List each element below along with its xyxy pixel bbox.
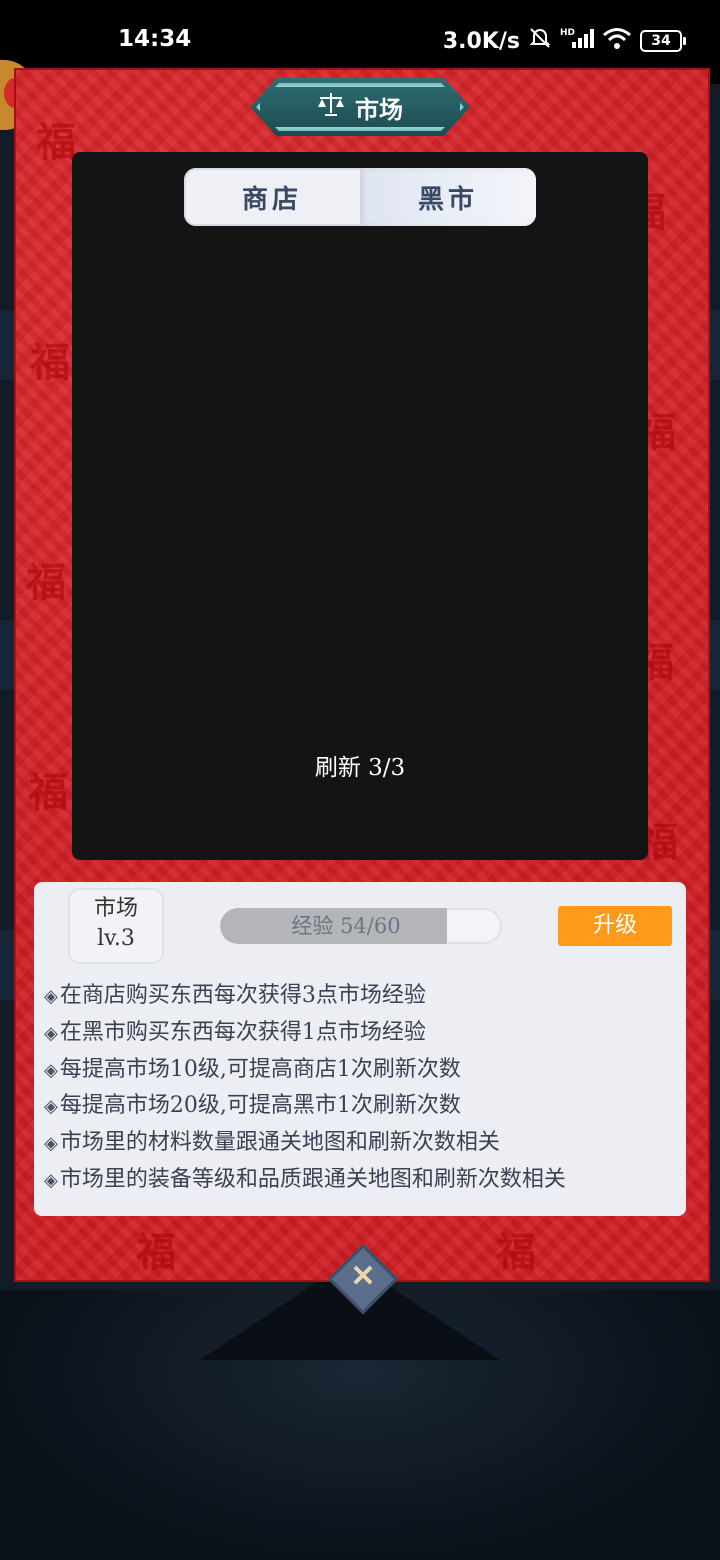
- battery-icon: 34: [640, 30, 686, 52]
- tip-text: 在商店购买东西每次获得3点市场经验: [59, 983, 426, 1008]
- diamond-bullet-icon: ◈: [44, 1096, 58, 1118]
- tip-text: 每提高市场20级,可提高黑市1次刷新次数: [59, 1093, 461, 1119]
- market-level-box: 市场 lv.3: [70, 890, 162, 962]
- diamond-bullet-icon: ◈: [44, 1059, 58, 1081]
- tip-item: ◈在商店购买东西每次获得3点市场经验: [44, 978, 684, 1015]
- status-icons: 3.0K/s HD 34: [442, 26, 686, 56]
- hd-signal-icon: HD: [560, 26, 594, 56]
- tab-shop[interactable]: 商店: [184, 168, 360, 226]
- scale-icon: [317, 91, 345, 123]
- tip-item: ◈每提高市场10级,可提高商店1次刷新次数: [44, 1052, 684, 1089]
- title-plaque: 市场: [250, 78, 470, 136]
- tip-text: 市场里的装备等级和品质跟通关地图和刷新次数相关: [59, 1166, 566, 1192]
- experience-bar: 经验 54/60: [220, 908, 502, 944]
- mute-icon: [528, 26, 552, 56]
- tip-text: 市场里的材料数量跟通关地图和刷新次数相关: [59, 1130, 500, 1156]
- fu-pattern: 福: [136, 1229, 176, 1276]
- market-level: lv.3: [97, 926, 135, 951]
- svg-text:HD: HD: [560, 28, 575, 38]
- tip-item: ◈市场里的材料数量跟通关地图和刷新次数相关: [44, 1125, 684, 1162]
- status-time: 14:34: [118, 26, 192, 52]
- tip-item: ◈每提高市场20级,可提高黑市1次刷新次数: [44, 1088, 684, 1125]
- close-icon[interactable]: ✕: [338, 1254, 388, 1304]
- market-tabs: 商店 黑市: [184, 168, 536, 226]
- tab-black-market[interactable]: 黑市: [360, 168, 536, 226]
- market-tips-list: ◈在商店购买东西每次获得3点市场经验 ◈在黑市购买东西每次获得1点市场经验 ◈每…: [44, 978, 684, 1199]
- fu-pattern: 福: [28, 769, 68, 816]
- tip-item: ◈市场里的装备等级和品质跟通关地图和刷新次数相关: [44, 1162, 684, 1199]
- diamond-bullet-icon: ◈: [44, 986, 58, 1007]
- game-screen: 14:34 3.0K/s HD 34 福 福 福 福 福 福 福 福 福 市场 …: [0, 0, 720, 1560]
- diamond-bullet-icon: ◈: [44, 1022, 58, 1044]
- network-speed: 3.0K/s: [442, 28, 520, 54]
- fu-pattern: 福: [36, 119, 76, 166]
- experience-label: 经验 54/60: [291, 914, 401, 938]
- wifi-icon: [602, 26, 632, 56]
- fu-pattern: 福: [30, 339, 70, 386]
- fu-pattern: 福: [496, 1229, 536, 1276]
- modal-title: 市场: [355, 94, 403, 124]
- fu-pattern: 福: [26, 559, 66, 606]
- market-name: 市场: [93, 896, 138, 921]
- plaque-content: 市场: [250, 78, 470, 136]
- tip-text: 每提高市场10级,可提高商店1次刷新次数: [59, 1056, 461, 1082]
- diamond-bullet-icon: ◈: [44, 1169, 58, 1191]
- tip-item: ◈在黑市购买东西每次获得1点市场经验: [44, 1015, 684, 1052]
- upgrade-button[interactable]: 升级: [558, 906, 672, 946]
- tip-text: 在黑市购买东西每次获得1点市场经验: [59, 1019, 426, 1045]
- diamond-bullet-icon: ◈: [44, 1133, 58, 1155]
- refresh-counter: 刷新 3/3: [314, 755, 406, 781]
